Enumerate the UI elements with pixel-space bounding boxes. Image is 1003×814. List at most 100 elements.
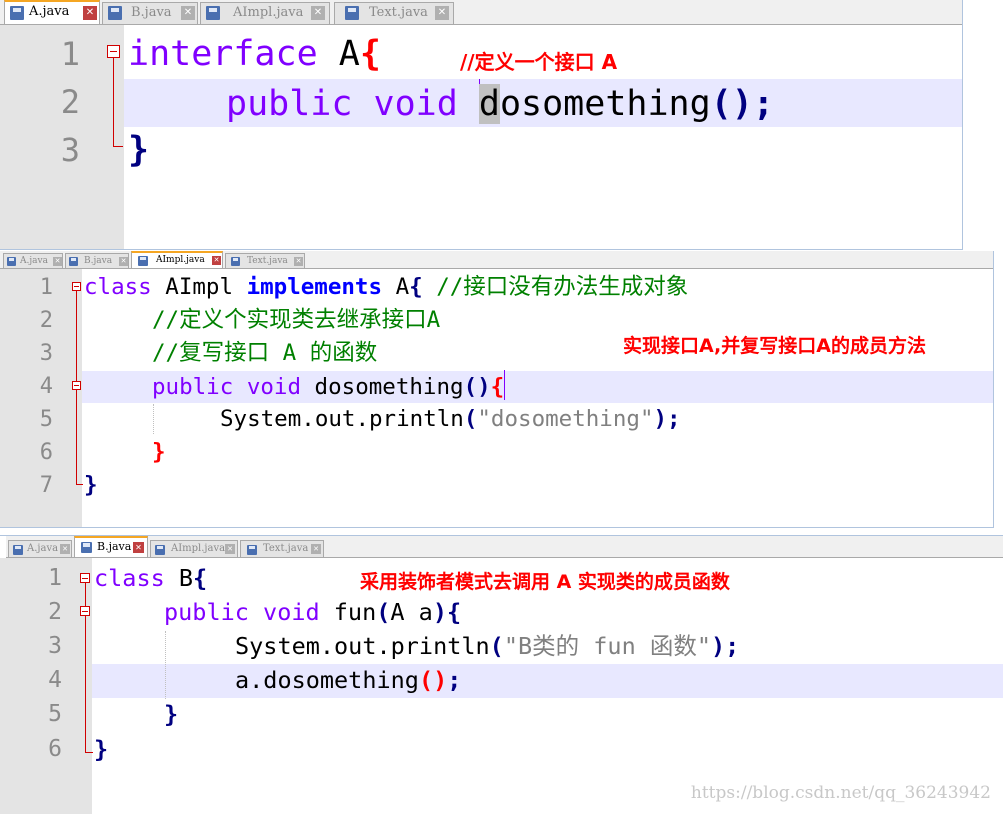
- semicolon: ;: [752, 84, 774, 124]
- identifier: B: [164, 564, 194, 592]
- string-literal: "B类的 fun 函数": [503, 632, 712, 660]
- keyword: public: [152, 374, 234, 400]
- tab-label: AImpl.java: [171, 543, 226, 554]
- comment: //接口没有办法生成对象: [422, 274, 689, 300]
- string-literal: "dosomething": [477, 406, 654, 432]
- identifier: AImpl: [151, 274, 247, 300]
- keyword: public: [226, 84, 353, 124]
- fold-toggle-icon[interactable]: [80, 606, 90, 616]
- code-line-6: }: [152, 436, 166, 469]
- close-icon[interactable]: ✕: [181, 6, 195, 20]
- close-icon[interactable]: ✕: [435, 6, 449, 20]
- code-line-3: //复写接口 A 的函数: [152, 337, 377, 370]
- paren: ): [711, 632, 726, 660]
- parens: (): [710, 84, 753, 124]
- tab-a-java[interactable]: A.java ✕: [4, 0, 100, 24]
- semicolon: ;: [667, 406, 681, 432]
- save-file-icon: [7, 257, 16, 266]
- keyword: class: [84, 274, 152, 300]
- tab-text-java[interactable]: Text.java ✕: [240, 540, 324, 557]
- watermark: https://blog.csdn.net/qq_36243942: [690, 783, 991, 803]
- indent-guide: [165, 631, 166, 699]
- close-icon[interactable]: ✕: [53, 257, 62, 266]
- code-line-2[interactable]: public void dosomething();: [226, 79, 774, 127]
- tab-label: A.java: [27, 543, 59, 554]
- editor-panel-b: A.java ✕ B.java ✕ AImpl.java ✕ Text.java…: [0, 535, 1003, 814]
- save-file-icon: [81, 542, 92, 553]
- fold-toggle-icon[interactable]: [107, 45, 120, 58]
- tab-a-java[interactable]: A.java ✕: [3, 253, 63, 268]
- code-line-2: public void fun(A a){: [164, 595, 461, 630]
- code-line-7: }: [84, 469, 98, 502]
- close-icon[interactable]: ✕: [133, 542, 144, 553]
- line-number: 6: [48, 736, 62, 762]
- tab-b-java[interactable]: B.java ✕: [102, 2, 198, 24]
- tab-a-java[interactable]: A.java ✕: [8, 540, 72, 557]
- tab-bar: A.java ✕ B.java ✕ AImpl.java ✕ Text.java…: [0, 251, 993, 269]
- save-file-icon: [345, 6, 359, 20]
- code-line-1: class B{: [94, 561, 207, 596]
- code-line-3: System.out.println("B类的 fun 函数");: [235, 629, 739, 664]
- close-icon[interactable]: ✕: [311, 6, 325, 20]
- code-line-5: }: [164, 697, 178, 732]
- close-icon[interactable]: ✕: [83, 6, 97, 20]
- identifier: A: [317, 34, 360, 74]
- tab-aimpl-java[interactable]: AImpl.java ✕: [200, 2, 330, 24]
- code-line-4[interactable]: a.dosomething();: [235, 663, 461, 698]
- brace: {: [359, 34, 381, 74]
- tab-bar: A.java ✕ B.java ✕ AImpl.java ✕ Text.java…: [0, 0, 962, 25]
- tab-aimpl-java[interactable]: AImpl.java ✕: [131, 251, 223, 268]
- close-icon[interactable]: ✕: [225, 544, 235, 554]
- save-file-icon: [247, 545, 257, 555]
- fold-toggle-icon[interactable]: [80, 573, 90, 583]
- close-icon[interactable]: ✕: [212, 256, 221, 265]
- fold-toggle-icon[interactable]: [72, 381, 81, 390]
- annotation: 实现接口A,并复写接口A的成员方法: [623, 335, 926, 357]
- identifier: dosomething: [301, 374, 464, 400]
- save-file-icon: [138, 256, 148, 266]
- comment: //复写接口 A 的函数: [152, 340, 378, 366]
- keyword: class: [94, 564, 165, 592]
- close-icon[interactable]: ✕: [311, 544, 321, 554]
- close-icon[interactable]: ✕: [119, 257, 128, 266]
- tab-label: Text.java: [247, 256, 288, 266]
- fold-toggle-icon[interactable]: [72, 282, 81, 291]
- identifier: fun: [319, 598, 377, 626]
- brace: {: [447, 598, 462, 626]
- line-number: 1: [60, 35, 80, 73]
- brace: }: [94, 735, 109, 763]
- code-line-5: System.out.println("dosomething");: [220, 403, 681, 436]
- line-number: 1: [39, 275, 53, 300]
- brace: {: [193, 564, 208, 592]
- tab-label: AImpl.java: [233, 5, 304, 20]
- line-number: 3: [60, 131, 80, 169]
- text-caret: [504, 370, 506, 400]
- paren: (: [376, 598, 391, 626]
- line-number: 6: [39, 440, 53, 465]
- code-line-4[interactable]: public void dosomething(){: [152, 370, 506, 404]
- tab-label: Text.java: [263, 543, 309, 554]
- tab-label: B.java: [97, 540, 132, 553]
- current-line-highlight: [92, 664, 1003, 698]
- brace: }: [84, 472, 98, 498]
- close-icon[interactable]: ✕: [294, 257, 303, 266]
- line-number: 7: [39, 473, 53, 498]
- tab-aimpl-java[interactable]: AImpl.java ✕: [150, 540, 238, 557]
- brace: {: [409, 274, 423, 300]
- tab-text-java[interactable]: Text.java ✕: [225, 253, 305, 268]
- save-file-icon: [206, 6, 220, 20]
- line-number: 2: [60, 83, 80, 121]
- tab-label: A.java: [20, 256, 48, 266]
- identifier: A: [382, 274, 410, 300]
- tab-b-java[interactable]: B.java ✕: [74, 536, 148, 557]
- tab-b-java[interactable]: B.java ✕: [65, 253, 129, 268]
- tab-text-java[interactable]: Text.java ✕: [334, 2, 454, 24]
- line-number: 5: [48, 701, 62, 727]
- keyword: void: [263, 598, 320, 626]
- semicolon: ;: [447, 666, 462, 694]
- identifier: osomething: [499, 84, 711, 124]
- keyword: void: [246, 374, 302, 400]
- close-icon[interactable]: ✕: [60, 544, 70, 554]
- editor-panel-aimpl: A.java ✕ B.java ✕ AImpl.java ✕ Text.java…: [0, 251, 994, 528]
- tab-label: B.java: [84, 256, 113, 266]
